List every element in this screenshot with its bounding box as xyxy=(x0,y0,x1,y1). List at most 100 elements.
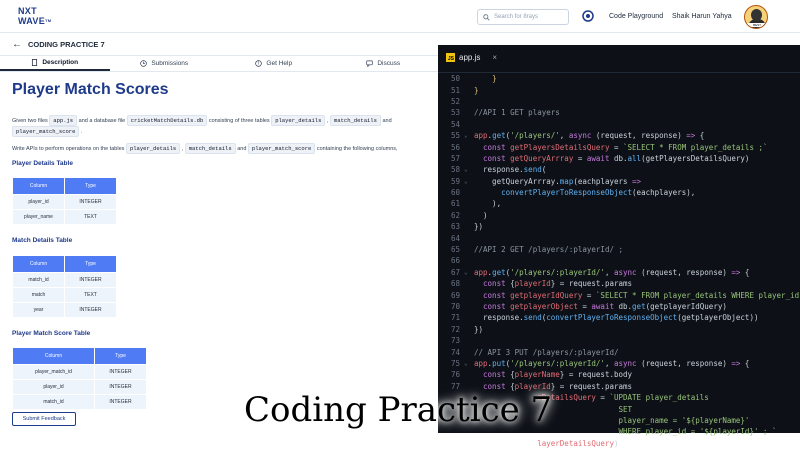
avatar[interactable]: BEST xyxy=(744,5,768,29)
player-details-heading: Player Details Table xyxy=(12,160,73,167)
code-line[interactable]: 59 ⌄ getQueryArrray.map(eachplayers => xyxy=(438,176,800,187)
tab-description[interactable]: Description xyxy=(0,56,110,71)
line-number: 58 xyxy=(450,165,460,175)
breadcrumb-title: CODING PRACTICE 7 xyxy=(28,39,105,49)
line-number: 61 xyxy=(450,199,460,209)
fold-icon[interactable]: ⌄ xyxy=(464,132,474,139)
fold-icon[interactable]: ⌄ xyxy=(464,166,474,173)
tab-submissions[interactable]: Submissions xyxy=(110,56,220,71)
line-number: 50 xyxy=(450,74,460,84)
close-icon[interactable]: × xyxy=(492,53,497,62)
clock-icon xyxy=(140,60,148,67)
line-number: 68 xyxy=(450,279,460,289)
line-number: 71 xyxy=(450,313,460,323)
fold-icon[interactable]: ⌄ xyxy=(464,269,474,276)
code-line[interactable]: 60 convertPlayerToResponseObject(eachpla… xyxy=(438,187,800,198)
code-text: ) xyxy=(474,210,488,220)
code-line[interactable]: 58 ⌄ response.send( xyxy=(438,164,800,175)
code-line[interactable]: 63}) xyxy=(438,221,800,232)
breadcrumb[interactable]: ← CODING PRACTICE 7 xyxy=(12,38,105,50)
code-line[interactable]: 52 xyxy=(438,96,800,107)
line-number: 52 xyxy=(450,96,460,106)
line-number: 74 xyxy=(450,347,460,357)
logo-tm: TM xyxy=(45,18,52,23)
code-line[interactable]: 67 ⌄ app.get('/players/:playerId/', async … xyxy=(438,267,800,278)
code-app-js: app.js xyxy=(49,115,78,126)
nxtwave-logo[interactable]: NXT WAVETM xyxy=(18,6,52,28)
line-number: 62 xyxy=(450,210,460,220)
code-line[interactable]: 62 ) xyxy=(438,210,800,221)
tab-get-help[interactable]: ? Get Help xyxy=(219,56,329,71)
line-number: 73 xyxy=(450,336,460,346)
line-number: 76 xyxy=(450,370,460,380)
code-line[interactable]: 65 //API 2 GET /players/:playerId/ ; xyxy=(438,244,800,255)
search-input[interactable]: Search for 8rays xyxy=(477,9,569,25)
code-line[interactable]: 64 xyxy=(438,232,800,243)
code-line[interactable]: 57 const getQueryArrray = await db.all(g… xyxy=(438,153,800,164)
line-number: 64 xyxy=(450,233,460,243)
line-number: 75 xyxy=(450,358,460,368)
table-row: player_match_id INTEGER xyxy=(12,364,147,380)
code-text: const getplayerObject = await db.get(get… xyxy=(483,302,727,311)
code-line[interactable]: 73 xyxy=(438,335,800,346)
code-text: }) xyxy=(474,222,484,232)
avatar-badge: BEST xyxy=(747,23,767,27)
code-table-name: player_match_score xyxy=(12,126,80,137)
code-line[interactable]: 51} xyxy=(438,84,800,95)
line-number: 67 xyxy=(450,267,460,277)
line-number: 56 xyxy=(450,142,460,152)
code-line[interactable]: 54 xyxy=(438,119,800,130)
line-number: 69 xyxy=(450,290,460,300)
code-line[interactable]: 76 const {playerName} = request.body xyxy=(438,369,800,380)
code-line[interactable]: 74 // API 3 PUT /players/:playerId/ xyxy=(438,346,800,357)
logo-text: WAVE xyxy=(18,16,46,26)
code-text: const {playerId} = request.params xyxy=(483,279,633,289)
code-line[interactable]: 68 const {playerId} = request.params xyxy=(438,278,800,289)
editor-tab-bar: JS app.js × xyxy=(438,45,800,73)
document-icon xyxy=(32,59,38,66)
editor-file-tab[interactable]: JS app.js × xyxy=(446,53,497,62)
code-playground-link[interactable]: Code Playground xyxy=(609,13,663,20)
code-line[interactable]: 56 const getPlayersDetailsQuery = `SELEC… xyxy=(438,141,800,152)
table-row: player_name TEXT xyxy=(12,209,117,225)
fold-icon[interactable]: ⌄ xyxy=(464,360,474,367)
code-text: // API 3 PUT /players/:playerId/ xyxy=(474,347,619,357)
code-text: //API 2 GET /players/:playerId/ ; xyxy=(474,245,624,255)
code-line[interactable]: 70 const getplayerObject = await db.get(… xyxy=(438,301,800,312)
line-number: 54 xyxy=(450,119,460,129)
code-editor[interactable]: JS app.js × 50 } 51} 52 53//API 1 GET playe… xyxy=(438,45,800,448)
username[interactable]: Shaik Harun Yahya xyxy=(672,13,732,20)
back-arrow-icon[interactable]: ← xyxy=(12,39,22,50)
code-text: app.get('/players/:playerId/', async (re… xyxy=(474,267,750,277)
code-text: app.get('/players/', async (request, res… xyxy=(474,131,705,141)
code-line[interactable]: 72}) xyxy=(438,324,800,335)
code-text: }) xyxy=(474,324,484,334)
code-line[interactable]: 75 ⌄ app.put('/players/:playerId/', async … xyxy=(438,358,800,369)
code-text: } xyxy=(474,85,479,95)
code-text: layerDetailsQuery) xyxy=(537,438,619,448)
write-apis-paragraph: Write APIs to perform operations on the … xyxy=(12,143,398,154)
code-text: app.put('/players/:playerId/', async (re… xyxy=(474,358,750,368)
table-row: match_id INTEGER xyxy=(12,272,117,288)
code-line[interactable]: 61 ), xyxy=(438,198,800,209)
line-number: 65 xyxy=(450,245,460,255)
code-line[interactable]: 50 } xyxy=(438,73,800,84)
code-line[interactable]: 69 const getplayerIdQuery = `SELECT * FR… xyxy=(438,289,800,300)
code-db-file: cricketMatchDetails.db xyxy=(126,115,208,126)
code-line[interactable]: 55 ⌄ app.get('/players/', async (request, … xyxy=(438,130,800,141)
table-row: match TEXT xyxy=(12,287,117,303)
streak-gauge-icon[interactable] xyxy=(582,10,594,22)
tab-discuss[interactable]: Discuss xyxy=(329,56,439,71)
search-icon xyxy=(483,13,490,21)
line-number: 72 xyxy=(450,324,460,334)
svg-text:?: ? xyxy=(258,61,260,66)
code-line[interactable]: 53 //API 1 GET players xyxy=(438,107,800,118)
submit-feedback-button[interactable]: Submit Feedback xyxy=(12,412,76,426)
code-text: const {playerName} = request.body xyxy=(483,370,633,380)
code-line[interactable]: layerDetailsQuery) xyxy=(438,438,800,449)
fold-icon[interactable]: ⌄ xyxy=(464,178,474,185)
code-line[interactable]: 71 response.send(convertPlayerToResponse… xyxy=(438,312,800,323)
code-line[interactable]: 66 xyxy=(438,255,800,266)
code-text: convertPlayerToResponseObject(eachplayer… xyxy=(501,188,696,198)
line-number: 60 xyxy=(450,188,460,198)
